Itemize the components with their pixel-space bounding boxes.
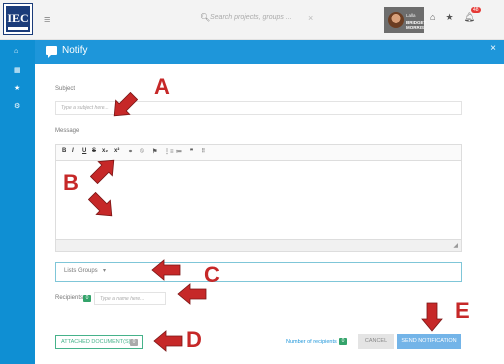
arrow-b1 — [89, 159, 115, 185]
callout-a: A — [154, 74, 170, 99]
arrow-b2 — [87, 191, 113, 217]
callout-b: B — [63, 170, 79, 195]
callout-c: C — [204, 262, 220, 287]
callout-e: E — [455, 298, 470, 323]
arrow-c2 — [177, 283, 207, 305]
arrow-d — [153, 330, 183, 352]
arrow-c1 — [151, 259, 181, 281]
arrow-a — [113, 91, 139, 117]
callout-d: D — [186, 327, 202, 352]
arrow-e — [421, 302, 443, 332]
